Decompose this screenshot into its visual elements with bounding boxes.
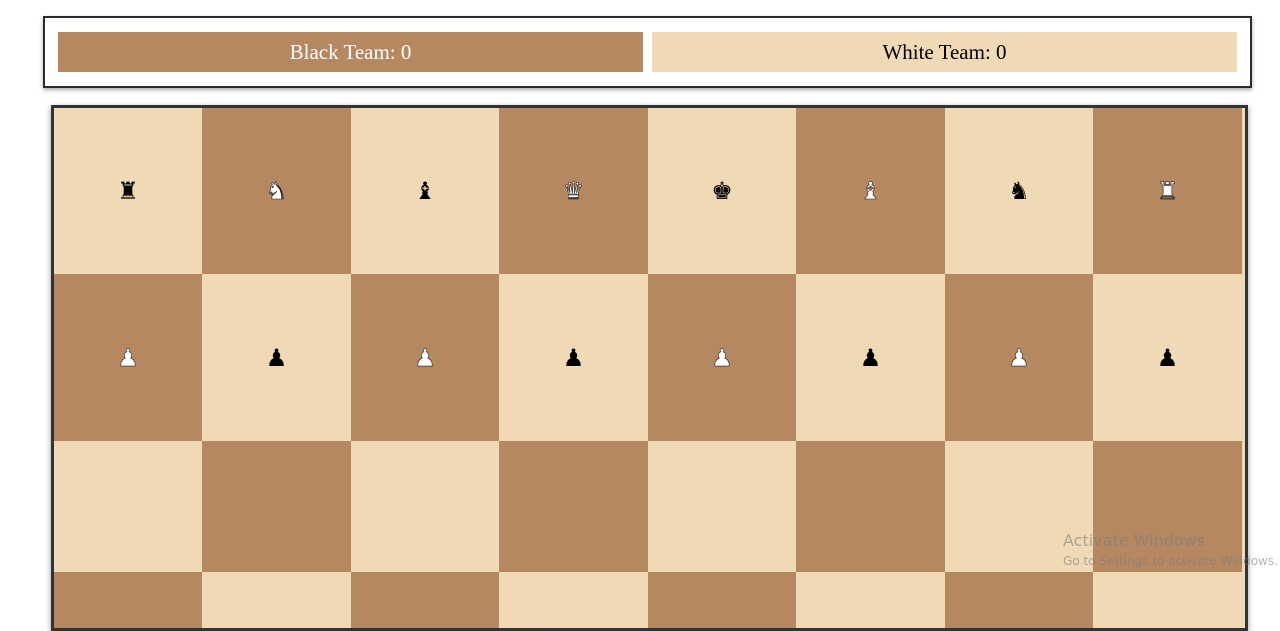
white-knight-piece[interactable]: ♞ — [265, 179, 287, 204]
square-a5[interactable] — [54, 572, 202, 628]
square-b6[interactable] — [202, 441, 351, 572]
square-a6[interactable] — [54, 441, 202, 572]
square-e6[interactable] — [648, 441, 796, 572]
square-g6[interactable] — [945, 441, 1093, 572]
chess-board: ♜ ♞ ♝ ♛ ♚ ♝ ♞ ♜ ♟ ♟ ♟ ♟ ♟ ♟ ♟ ♟ — [51, 105, 1248, 631]
square-e5[interactable] — [648, 572, 796, 628]
square-c5[interactable] — [351, 572, 499, 628]
square-h7[interactable]: ♟ — [1093, 274, 1242, 441]
black-pawn-piece[interactable]: ♟ — [563, 346, 585, 370]
white-bishop-piece[interactable]: ♝ — [859, 179, 881, 204]
square-h5[interactable] — [1093, 572, 1242, 628]
square-c8[interactable]: ♝ — [351, 108, 499, 274]
black-king-piece[interactable]: ♚ — [711, 179, 733, 203]
square-h6[interactable] — [1093, 441, 1242, 572]
white-rook-piece[interactable]: ♜ — [1156, 179, 1178, 204]
square-f5[interactable] — [796, 572, 945, 628]
square-b7[interactable]: ♟ — [202, 274, 351, 441]
square-a7[interactable]: ♟ — [54, 274, 202, 441]
square-d6[interactable] — [499, 441, 648, 572]
white-queen-piece[interactable]: ♛ — [562, 179, 584, 204]
black-pawn-piece[interactable]: ♟ — [266, 346, 288, 370]
square-g5[interactable] — [945, 572, 1093, 628]
square-d5[interactable] — [499, 572, 648, 628]
square-f7[interactable]: ♟ — [796, 274, 945, 441]
black-team-score: Black Team: 0 — [58, 32, 643, 72]
square-c7[interactable]: ♟ — [351, 274, 499, 441]
black-pawn-piece[interactable]: ♟ — [860, 346, 882, 370]
square-h8[interactable]: ♜ — [1093, 108, 1242, 274]
square-e8[interactable]: ♚ — [648, 108, 796, 274]
white-pawn-piece[interactable]: ♟ — [117, 345, 139, 370]
square-e7[interactable]: ♟ — [648, 274, 796, 441]
black-knight-piece[interactable]: ♞ — [1008, 179, 1030, 203]
square-f6[interactable] — [796, 441, 945, 572]
square-d7[interactable]: ♟ — [499, 274, 648, 441]
scoreboard: Black Team: 0 White Team: 0 — [43, 16, 1252, 88]
square-b8[interactable]: ♞ — [202, 108, 351, 274]
square-b5[interactable] — [202, 572, 351, 628]
square-a8[interactable]: ♜ — [54, 108, 202, 274]
board-grid: ♜ ♞ ♝ ♛ ♚ ♝ ♞ ♜ ♟ ♟ ♟ ♟ ♟ ♟ ♟ ♟ — [54, 108, 1242, 628]
black-rook-piece[interactable]: ♜ — [117, 179, 139, 203]
square-g7[interactable]: ♟ — [945, 274, 1093, 441]
square-d8[interactable]: ♛ — [499, 108, 648, 274]
white-pawn-piece[interactable]: ♟ — [711, 345, 733, 370]
white-pawn-piece[interactable]: ♟ — [414, 345, 436, 370]
white-team-score: White Team: 0 — [652, 32, 1237, 72]
square-c6[interactable] — [351, 441, 499, 572]
square-g8[interactable]: ♞ — [945, 108, 1093, 274]
white-pawn-piece[interactable]: ♟ — [1008, 345, 1030, 370]
black-pawn-piece[interactable]: ♟ — [1157, 346, 1179, 370]
square-f8[interactable]: ♝ — [796, 108, 945, 274]
black-bishop-piece[interactable]: ♝ — [414, 179, 436, 203]
